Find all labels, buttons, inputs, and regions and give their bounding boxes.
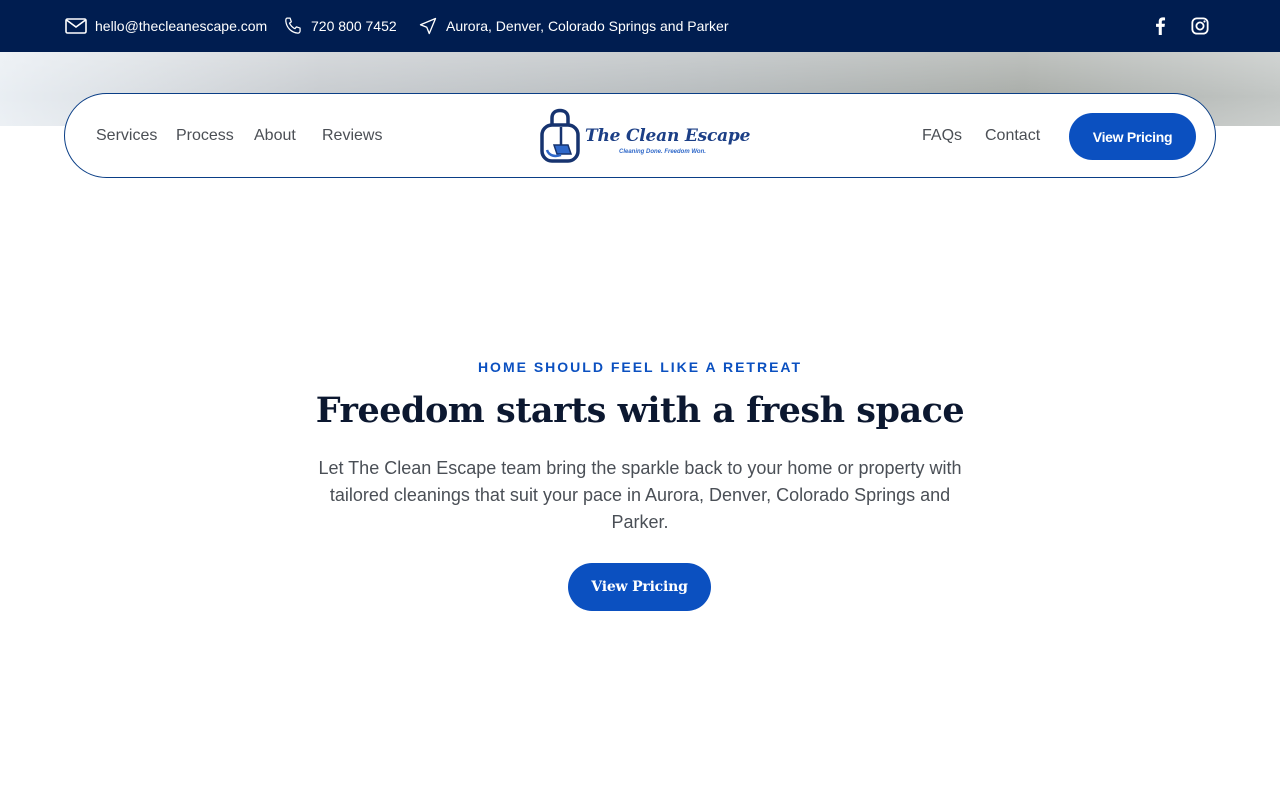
instagram-icon xyxy=(1191,17,1209,35)
facebook-link[interactable] xyxy=(1148,0,1172,52)
padlock-broom-icon xyxy=(540,108,580,163)
nav-link-about[interactable]: About xyxy=(254,94,296,177)
nav-link-reviews[interactable]: Reviews xyxy=(322,94,382,177)
logo-tagline: Cleaning Done. Freedom Won. xyxy=(619,149,706,155)
hero-description: Let The Clean Escape team bring the spar… xyxy=(318,458,962,532)
phone-text: 720 800 7452 xyxy=(311,18,397,34)
nav-link-services[interactable]: Services xyxy=(96,94,157,177)
nav-link-process[interactable]: Process xyxy=(176,94,234,177)
hero-headline: Freedom starts with a fresh space xyxy=(315,390,965,431)
navigation-arrow-icon xyxy=(419,17,437,35)
main-navigation: Services Process About Reviews The Clean… xyxy=(64,93,1216,178)
hero-eyebrow: HOME SHOULD FEEL LIKE A RETREAT xyxy=(477,359,803,375)
instagram-link[interactable] xyxy=(1188,0,1212,52)
email-text: hello@thecleanescape.com xyxy=(95,18,268,34)
top-contact-bar: hello@thecleanescape.com 720 800 7452 Au… xyxy=(0,0,1280,52)
phone-link[interactable]: 720 800 7452 xyxy=(283,0,397,52)
envelope-icon xyxy=(65,18,87,34)
hero-view-pricing-button[interactable]: View Pricing xyxy=(568,563,711,611)
logo-wordmark: The Clean Escape xyxy=(585,126,751,146)
nav-link-contact[interactable]: Contact xyxy=(985,94,1040,177)
phone-icon xyxy=(285,17,301,34)
facebook-icon xyxy=(1156,17,1166,35)
service-area-text: Aurora, Denver, Colorado Springs and Par… xyxy=(446,18,729,34)
email-link[interactable]: hello@thecleanescape.com xyxy=(65,0,267,52)
service-area: Aurora, Denver, Colorado Springs and Par… xyxy=(418,0,728,52)
site-logo[interactable]: The Clean Escape Cleaning Done. Freedom … xyxy=(539,106,750,166)
nav-view-pricing-button[interactable]: View Pricing xyxy=(1069,113,1196,160)
nav-link-faqs[interactable]: FAQs xyxy=(922,94,962,177)
